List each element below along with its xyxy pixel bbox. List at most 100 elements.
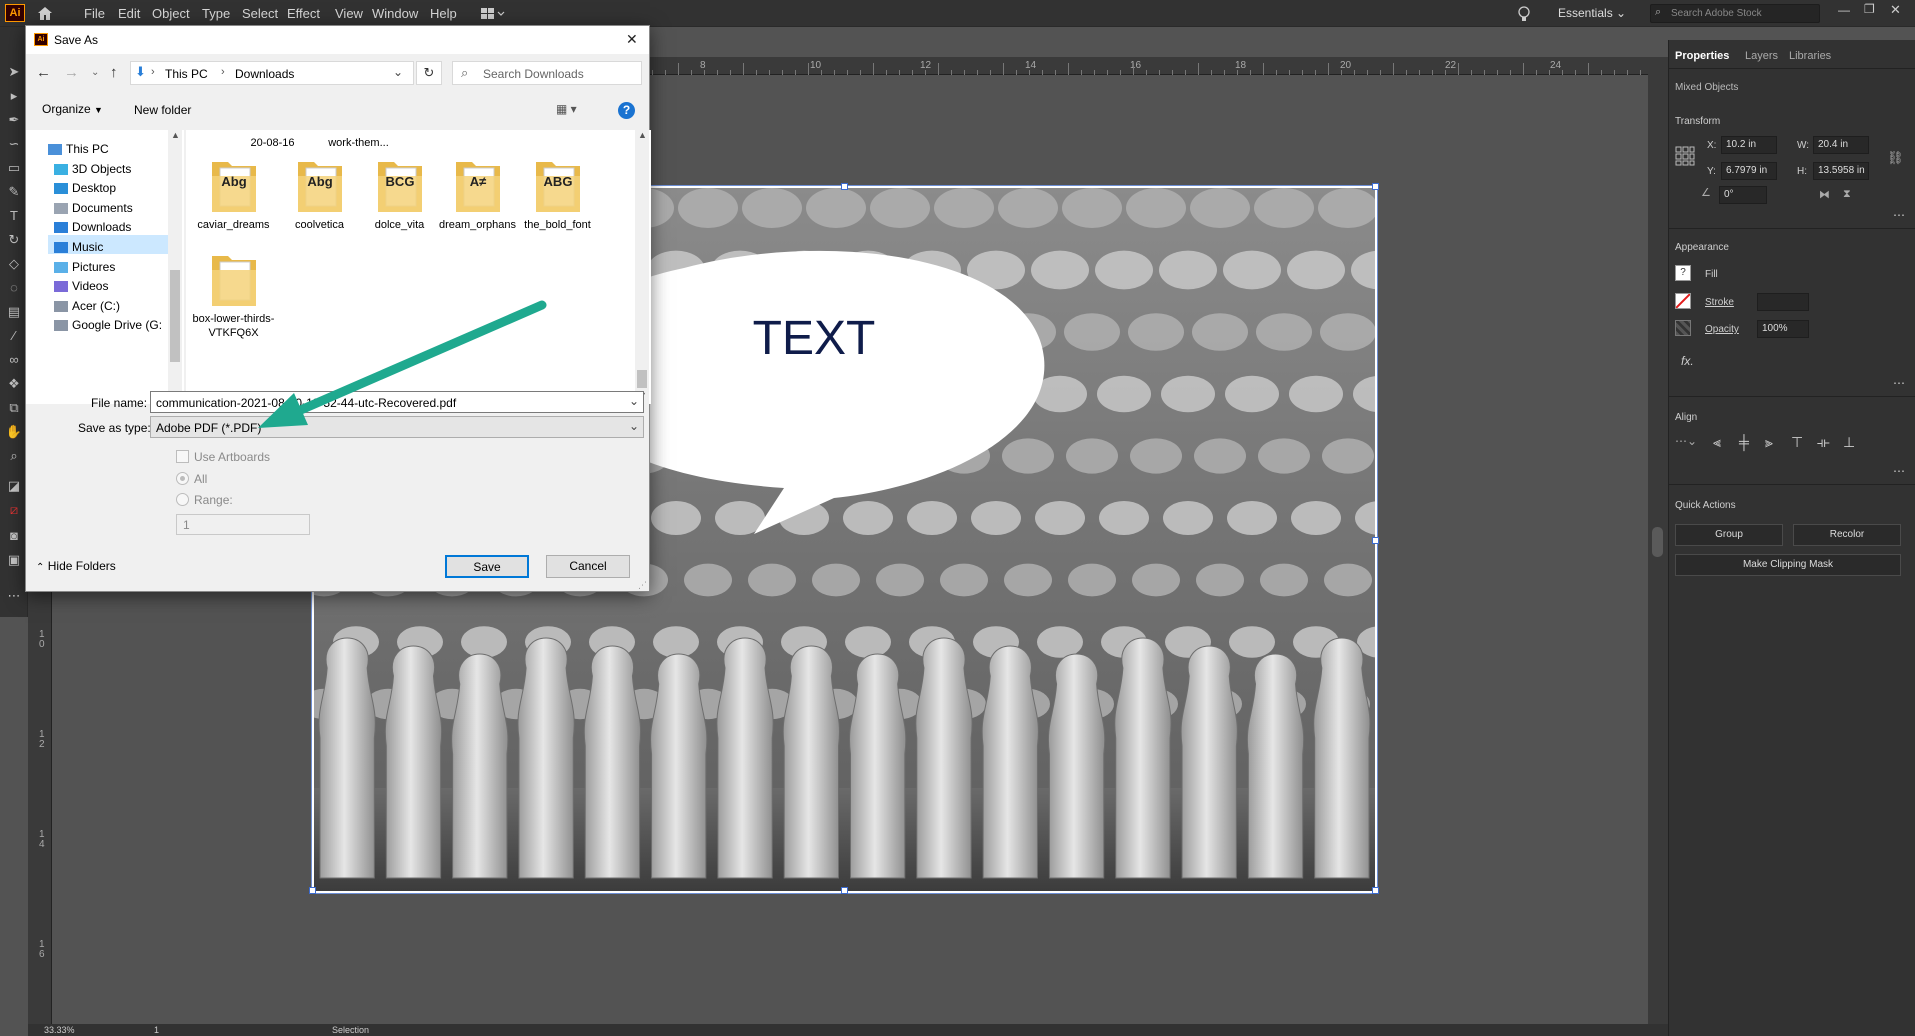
cancel-button[interactable]: Cancel	[546, 555, 630, 578]
chevron-down-icon[interactable]: ⌄	[393, 65, 403, 79]
scroll-thumb[interactable]	[1652, 527, 1663, 557]
file-item-label[interactable]: the_bold_font	[515, 218, 600, 232]
chevron-down-icon[interactable]: ⌄	[629, 394, 639, 408]
fx-button[interactable]: fx.	[1681, 354, 1694, 368]
constrain-link-icon[interactable]: ⛓	[1887, 150, 1904, 166]
tab-properties[interactable]: Properties	[1675, 50, 1729, 62]
menu-window[interactable]: Window	[372, 6, 418, 21]
more-options-icon[interactable]: ⋯	[1893, 376, 1905, 390]
search-downloads-field[interactable]: ⌕ Search Downloads	[452, 61, 642, 85]
recolor-button[interactable]: Recolor	[1793, 524, 1901, 546]
workspace-switcher[interactable]: Essentials ⌄	[1558, 6, 1626, 20]
use-artboards-checkbox[interactable]	[176, 450, 189, 463]
breadcrumb-this-pc[interactable]: This PC	[165, 67, 208, 81]
up-arrow-icon[interactable]: ↑	[110, 64, 118, 81]
help-icon[interactable]: ?	[618, 102, 635, 119]
recent-locations-icon[interactable]: ⌄	[91, 67, 99, 78]
rotate-tool-icon[interactable]: ↻	[5, 231, 23, 249]
tree-item-3d-objects[interactable]: 3D Objects	[72, 162, 131, 176]
breadcrumb-downloads[interactable]: Downloads	[235, 67, 294, 81]
reference-point-icon[interactable]	[1675, 146, 1695, 166]
align-top-icon[interactable]: ⊤	[1791, 434, 1803, 451]
file-list-scrollbar[interactable]: ▲ ▼	[635, 130, 649, 404]
tree-item-this-pc[interactable]: This PC	[66, 142, 109, 156]
tree-item-downloads[interactable]: Downloads	[72, 220, 131, 234]
range-radio[interactable]	[176, 493, 189, 506]
tree-item-music[interactable]: Music	[72, 240, 103, 254]
view-options-icon[interactable]: ▦ ▾	[556, 102, 577, 116]
save-button[interactable]: Save	[445, 555, 529, 578]
eraser-tool-icon[interactable]: ◇	[5, 255, 23, 273]
tab-layers[interactable]: Layers	[1745, 50, 1778, 62]
draw-mode-icon[interactable]: ◙	[5, 527, 23, 545]
selection-handle[interactable]	[841, 887, 848, 894]
direct-selection-tool-icon[interactable]: ▸	[5, 87, 23, 105]
menu-file[interactable]: File	[84, 6, 105, 21]
forward-arrow-icon[interactable]: →	[64, 64, 79, 81]
selection-handle[interactable]	[1372, 887, 1379, 894]
tree-item-videos[interactable]: Videos	[72, 279, 108, 293]
pen-tool-icon[interactable]: ✒	[5, 111, 23, 129]
paintbrush-tool-icon[interactable]: ✎	[5, 183, 23, 201]
make-clipping-mask-button[interactable]: Make Clipping Mask	[1675, 554, 1901, 576]
dialog-close-icon[interactable]: ✕	[626, 31, 638, 48]
none-swatch-icon[interactable]: ⧄	[5, 501, 23, 519]
menu-edit[interactable]: Edit	[118, 6, 140, 21]
resize-grip-icon[interactable]: ⋰	[638, 580, 647, 591]
y-field[interactable]: 6.7979 in	[1721, 162, 1777, 180]
refresh-button[interactable]: ↻	[416, 61, 442, 85]
tree-item-pictures[interactable]: Pictures	[72, 260, 115, 274]
type-tool-icon[interactable]: T	[5, 207, 23, 225]
all-radio[interactable]	[176, 472, 189, 485]
more-options-icon[interactable]: ⋯	[1893, 464, 1905, 478]
fill-stroke-icon[interactable]: ◪	[5, 477, 23, 495]
menu-select[interactable]: Select	[242, 6, 278, 21]
align-to-icon[interactable]: ⋯⌄	[1675, 434, 1697, 448]
home-icon[interactable]	[36, 5, 54, 21]
blend-tool-icon[interactable]: ∞	[5, 351, 23, 369]
menu-type[interactable]: Type	[202, 6, 230, 21]
align-center-icon[interactable]: ╪	[1739, 434, 1749, 450]
opacity-field[interactable]: 100%	[1757, 320, 1809, 338]
artboard-tool-icon[interactable]: ⧉	[5, 399, 23, 417]
selection-handle[interactable]	[309, 887, 316, 894]
tree-scrollbar[interactable]: ▲ ▼	[168, 130, 182, 404]
w-field[interactable]: 20.4 in	[1813, 136, 1869, 154]
file-item-label[interactable]: dolce_vita	[357, 218, 442, 232]
restore-button[interactable]: ❐	[1864, 2, 1875, 16]
zoom-level[interactable]: 33.33%	[44, 1025, 75, 1035]
lightbulb-icon[interactable]	[1517, 5, 1531, 23]
tab-libraries[interactable]: Libraries	[1789, 50, 1831, 62]
x-field[interactable]: 10.2 in	[1721, 136, 1777, 154]
align-middle-icon[interactable]: ⟛	[1817, 434, 1830, 451]
rotate-field[interactable]: 0°	[1719, 186, 1767, 204]
screen-mode-icon[interactable]: ▣	[5, 551, 23, 569]
back-arrow-icon[interactable]: ←	[36, 64, 51, 81]
new-folder-button[interactable]: New folder	[134, 103, 191, 117]
layout-icon[interactable]	[480, 7, 506, 20]
stroke-weight-field[interactable]	[1757, 293, 1809, 311]
curvature-tool-icon[interactable]: ∽	[5, 135, 23, 153]
organize-menu[interactable]: Organize ▼	[42, 102, 103, 116]
menu-view[interactable]: View	[335, 6, 363, 21]
close-window-button[interactable]: ✕	[1890, 2, 1901, 18]
flip-horizontal-icon[interactable]: ⧓	[1819, 188, 1830, 201]
selection-handle[interactable]	[1372, 183, 1379, 190]
gradient-tool-icon[interactable]: ▤	[5, 303, 23, 321]
align-bottom-icon[interactable]: ⊥	[1843, 434, 1855, 451]
address-bar[interactable]: ⬇ › This PC › Downloads ⌄	[130, 61, 414, 85]
menu-effect[interactable]: Effect	[287, 6, 320, 21]
scroll-thumb[interactable]	[170, 270, 180, 362]
chevron-down-icon[interactable]: ⌄	[629, 419, 639, 433]
symbol-tool-icon[interactable]: ❖	[5, 375, 23, 393]
more-tools-icon[interactable]: ⋯	[5, 587, 23, 605]
file-item-label[interactable]: coolvetica	[277, 218, 362, 232]
selection-handle[interactable]	[1372, 537, 1379, 544]
minimize-button[interactable]: —	[1838, 3, 1850, 17]
tree-item-desktop[interactable]: Desktop	[72, 181, 116, 195]
menu-help[interactable]: Help	[430, 6, 457, 21]
menu-object[interactable]: Object	[152, 6, 190, 21]
tree-item-documents[interactable]: Documents	[72, 201, 133, 215]
partial-file-label[interactable]: 20-08-16	[230, 136, 315, 150]
artboard-number[interactable]: 1	[154, 1025, 159, 1035]
